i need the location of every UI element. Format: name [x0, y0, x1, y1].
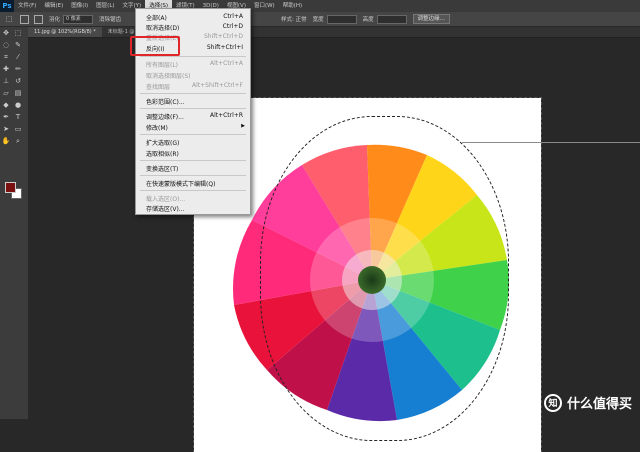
- menu-item-find-layers[interactable]: 查找图层 Alt+Shift+Ctrl+F: [136, 81, 250, 91]
- toolbox: ✥ ⬚ ◌ ✎ ⌗ ⁄ ✚ ✏ ⊥ ↺ ▱ ▤ ◆ ● ✒ T ➤ ▭ ✋ ⌕: [0, 27, 28, 419]
- menu-item-modify[interactable]: 修改(M) ▶: [136, 122, 250, 132]
- height-input[interactable]: [376, 14, 407, 24]
- new-selection-icon[interactable]: [20, 14, 29, 24]
- text-icon[interactable]: T: [12, 111, 24, 123]
- antialias-label[interactable]: 消除锯齿: [99, 15, 121, 23]
- zoom-icon[interactable]: ⌕: [12, 135, 24, 147]
- history-brush-icon[interactable]: ↺: [12, 75, 24, 87]
- gradient-icon[interactable]: ▤: [12, 87, 24, 99]
- menu-item-transform-selection[interactable]: 变换选区(T): [136, 163, 250, 173]
- foreground-color-swatch[interactable]: [5, 182, 16, 193]
- feather-input[interactable]: 0 像素: [63, 14, 94, 24]
- options-bar: ⬚ 羽化 0 像素 消除锯齿 样式: 正常 宽度 高度 调整边缘...: [0, 12, 640, 27]
- feather-label: 羽化: [49, 17, 61, 23]
- guide-line: [462, 142, 640, 143]
- highlight-box: [130, 36, 180, 56]
- width-label: 宽度: [312, 17, 324, 23]
- healing-icon[interactable]: ✚: [0, 63, 12, 75]
- photoshop-logo: Ps: [0, 0, 14, 12]
- selection-outline: [260, 116, 509, 441]
- menu-item-save-selection[interactable]: 存储选区(V)...: [136, 203, 250, 213]
- marquee-tool-icon[interactable]: ⬚: [3, 14, 15, 24]
- watermark-logo-icon: 知: [543, 393, 562, 412]
- width-input[interactable]: [326, 14, 357, 24]
- menu-window[interactable]: 窗口(W): [250, 0, 279, 12]
- quick-select-icon[interactable]: ✎: [12, 39, 24, 51]
- menu-item-quick-mask[interactable]: 在快速蒙版模式下编辑(Q): [136, 178, 250, 188]
- marquee-icon[interactable]: ⬚: [12, 27, 24, 39]
- submenu-arrow-icon: ▶: [241, 123, 245, 129]
- path-select-icon[interactable]: ➤: [0, 123, 12, 135]
- menu-separator: [140, 190, 246, 191]
- menu-separator: [140, 175, 246, 176]
- menu-item-grow[interactable]: 扩大选取(G): [136, 137, 250, 147]
- height-label: 高度: [362, 17, 374, 23]
- menu-item-all-layers[interactable]: 所有图层(L) Alt+Ctrl+A: [136, 59, 250, 69]
- watermark: 知 什么值得买: [543, 393, 632, 412]
- menu-separator: [140, 160, 246, 161]
- menu-item-load-selection[interactable]: 载入选区(O)...: [136, 193, 250, 203]
- menu-image[interactable]: 图像(I): [67, 0, 92, 12]
- pen-icon[interactable]: ✒: [0, 111, 12, 123]
- eyedropper-icon[interactable]: ⁄: [12, 51, 24, 63]
- lasso-icon[interactable]: ◌: [0, 39, 12, 51]
- menu-item-color-range[interactable]: 色彩范围(C)...: [136, 96, 250, 106]
- document-tabs: 11.jpg @ 102%(RGB/8) * 未标题-1 @ 66.7%...: [28, 27, 640, 38]
- menu-item-refine-edge[interactable]: 调整边缘(F)... Alt+Ctrl+R: [136, 111, 250, 121]
- menu-layer[interactable]: 图层(L): [92, 0, 118, 12]
- menu-separator: [140, 134, 246, 135]
- crop-icon[interactable]: ⌗: [0, 51, 12, 63]
- menu-separator: [140, 108, 246, 109]
- blur-icon[interactable]: ◆: [0, 99, 12, 111]
- move-tool-icon[interactable]: ✥: [0, 27, 12, 39]
- add-selection-icon[interactable]: [34, 14, 43, 24]
- watermark-text: 什么值得买: [566, 397, 632, 412]
- brush-icon[interactable]: ✏: [12, 63, 24, 75]
- hand-icon[interactable]: ✋: [0, 135, 12, 147]
- menu-edit[interactable]: 编辑(E): [40, 0, 67, 12]
- menu-item-similar[interactable]: 选取相似(R): [136, 148, 250, 158]
- stamp-icon[interactable]: ⊥: [0, 75, 12, 87]
- document-tab-active[interactable]: 11.jpg @ 102%(RGB/8) *: [28, 27, 102, 37]
- eraser-icon[interactable]: ▱: [0, 87, 12, 99]
- menu-separator: [140, 93, 246, 94]
- menu-item-deselect[interactable]: 取消选择(D) Ctrl+D: [136, 22, 250, 32]
- canvas-area[interactable]: [28, 38, 640, 452]
- menu-file[interactable]: 文件(F): [14, 0, 40, 12]
- dodge-icon[interactable]: ●: [12, 99, 24, 111]
- refine-edge-button[interactable]: 调整边缘...: [412, 14, 450, 24]
- menu-bar: Ps 文件(F) 编辑(E) 图像(I) 图层(L) 文字(Y) 选择(S) 滤…: [0, 0, 640, 12]
- shape-icon[interactable]: ▭: [12, 123, 24, 135]
- menu-help[interactable]: 帮助(H): [279, 0, 306, 12]
- style-label[interactable]: 样式: 正常: [281, 15, 307, 23]
- menu-separator: [140, 56, 246, 57]
- menu-item-deselect-layers[interactable]: 取消选择图层(S): [136, 70, 250, 80]
- menu-item-select-all[interactable]: 全部(A) Ctrl+A: [136, 12, 250, 22]
